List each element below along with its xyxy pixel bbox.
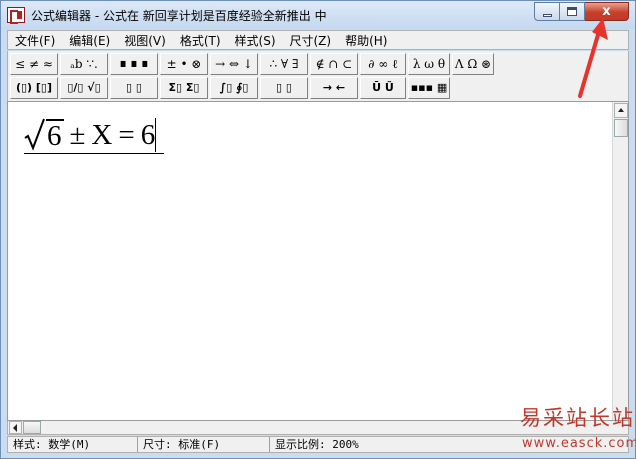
subscript-templates-button[interactable]: ▯ ▯: [110, 77, 158, 99]
menu-format[interactable]: 格式(T): [173, 32, 228, 49]
variable-x: X: [91, 119, 113, 151]
arrow-symbols-button[interactable]: → ⇔ ↓: [210, 53, 258, 75]
text-cursor: [155, 118, 157, 152]
menu-edit[interactable]: 编辑(E): [62, 32, 117, 49]
labeled-arrow-templates-button[interactable]: → ←: [310, 77, 358, 99]
menu-file[interactable]: 文件(F): [8, 32, 62, 49]
greek-uppercase-button[interactable]: Λ Ω ⊛: [452, 53, 494, 75]
menu-bar: 文件(F) 编辑(E) 视图(V) 格式(T) 样式(S) 尺寸(Z) 帮助(H…: [7, 30, 629, 50]
insertion-underline: [24, 153, 164, 154]
vertical-scroll-thumb[interactable]: [614, 119, 628, 137]
status-zoom: 显示比例: 200%: [275, 438, 359, 451]
embellishments-button[interactable]: ∎ ∎ ∎: [110, 53, 158, 75]
title-bar[interactable]: 公式编辑器 - 公式在 新回享计划是百度经验全新推出 中 x: [1, 1, 635, 29]
menu-size[interactable]: 尺寸(Z): [283, 32, 339, 49]
minimize-icon: [543, 14, 552, 17]
menu-style[interactable]: 样式(S): [228, 32, 283, 49]
plus-minus-operator: ±: [69, 119, 86, 151]
result-value: 6: [140, 119, 156, 151]
minimize-button[interactable]: [534, 2, 560, 21]
site-watermark: 易采站长站 www.easck.com: [510, 400, 636, 459]
watermark-name: 易采站长站: [520, 406, 635, 430]
fraction-radical-templates-button[interactable]: ▯/▯ √▯: [60, 77, 108, 99]
vertical-scrollbar[interactable]: [612, 102, 628, 420]
menu-help[interactable]: 帮助(H): [338, 32, 394, 49]
symbol-toolbar: ≤ ≠ ≈ ₐb ∵. ∎ ∎ ∎ ± • ⊗ → ⇔ ↓ ∴ ∀ ∃ ∉ ∩ …: [7, 51, 629, 101]
logical-symbols-button[interactable]: ∴ ∀ ∃: [260, 53, 308, 75]
watermark-url: www.easck.com: [522, 436, 636, 451]
matrix-templates-button[interactable]: ▪▪▪ ▦: [408, 77, 450, 99]
spaces-ellipses-button[interactable]: ₐb ∵.: [60, 53, 108, 75]
summation-templates-button[interactable]: Σ▯ Σ▯: [160, 77, 208, 99]
equation-editing-area[interactable]: 6 ± X = 6: [7, 101, 629, 421]
toolbar-row-symbols: ≤ ≠ ≈ ₐb ∵. ∎ ∎ ∎ ± • ⊗ → ⇔ ↓ ∴ ∀ ∃ ∉ ∩ …: [8, 52, 628, 76]
underbar-overbar-templates-button[interactable]: ▯ ▯: [260, 77, 308, 99]
integral-templates-button[interactable]: ∫▯ ∮▯: [210, 77, 258, 99]
relational-symbols-button[interactable]: ≤ ≠ ≈: [10, 53, 58, 75]
products-set-templates-button[interactable]: Ū Ũ: [360, 77, 406, 99]
radicand: 6: [46, 119, 64, 152]
maximize-icon: [567, 7, 577, 16]
equation[interactable]: 6 ± X = 6: [24, 118, 164, 156]
scroll-up-arrow-icon[interactable]: [614, 103, 628, 118]
square-root-icon: [24, 118, 46, 152]
scroll-left-arrow-icon[interactable]: [9, 421, 22, 434]
window-title: 公式编辑器 - 公式在 新回享计划是百度经验全新推出 中: [31, 9, 327, 23]
horizontal-scroll-thumb[interactable]: [23, 421, 41, 434]
status-size: 尺寸: 标准(F): [138, 437, 270, 452]
set-theory-symbols-button[interactable]: ∉ ∩ ⊂: [310, 53, 358, 75]
menu-view[interactable]: 视图(V): [117, 32, 173, 49]
operator-symbols-button[interactable]: ± • ⊗: [160, 53, 208, 75]
fence-templates-button[interactable]: (▯) [▯]: [10, 77, 58, 99]
toolbar-row-templates: (▯) [▯] ▯/▯ √▯ ▯ ▯ Σ▯ Σ▯ ∫▯ ∮▯ ▯ ▯ → ← Ū…: [8, 76, 628, 100]
red-annotation-arrow-icon: [572, 16, 612, 100]
status-style: 样式: 数学(M): [8, 437, 138, 452]
equals-sign: =: [118, 119, 135, 151]
misc-symbols-button[interactable]: ∂ ∞ ℓ: [360, 53, 406, 75]
equation-editor-window: 公式编辑器 - 公式在 新回享计划是百度经验全新推出 中 x 文件(F) 编辑(…: [0, 0, 636, 459]
greek-lowercase-button[interactable]: λ ω θ: [408, 53, 450, 75]
equation-editor-icon[interactable]: [7, 7, 25, 24]
